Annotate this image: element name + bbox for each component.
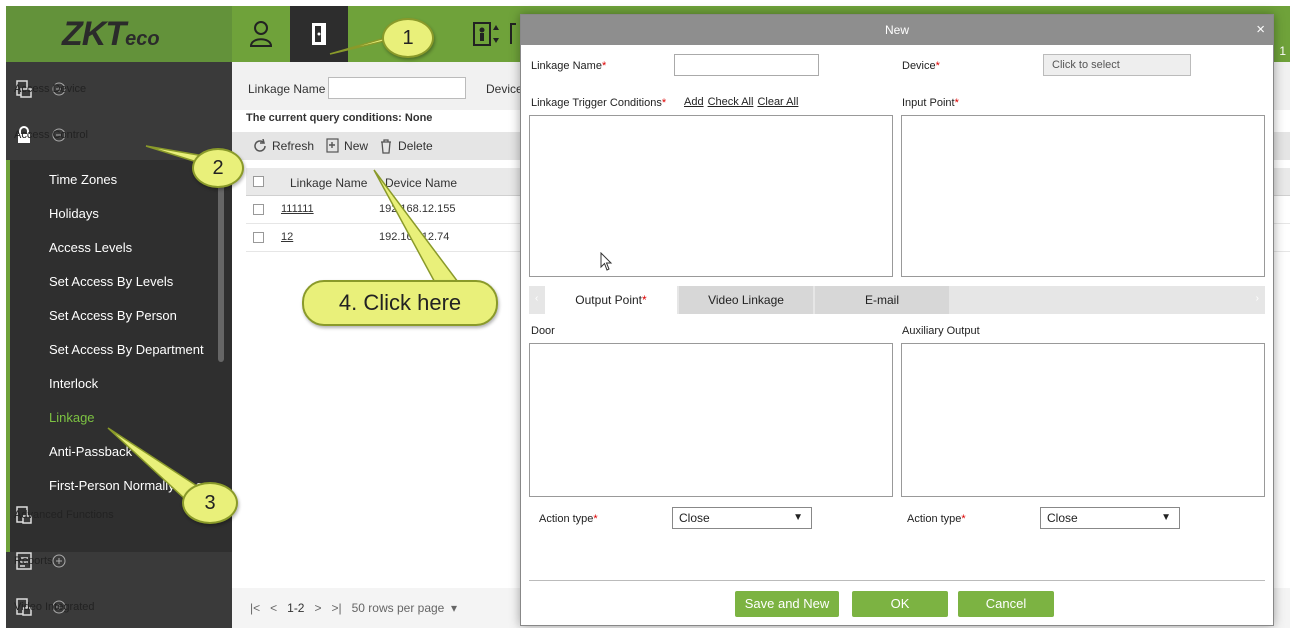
rows-per-page-select[interactable]: 50 rows per page ▾ [352, 601, 457, 615]
linkage-name-link[interactable]: 12 [281, 231, 293, 243]
delete-button[interactable]: Delete [378, 138, 433, 154]
refresh-button[interactable]: Refresh [252, 139, 314, 153]
dropdown-arrow-icon: ▼ [1161, 512, 1171, 523]
linkage-name-link[interactable]: 111111 [281, 203, 314, 215]
sidebar-item-set-access-by-department[interactable]: Set Access By Department [49, 342, 204, 357]
clear-all-link[interactable]: Clear All [757, 96, 798, 108]
mouse-cursor-icon [600, 252, 613, 271]
callout-step-4: 4. Click here [302, 280, 498, 326]
sidebar-item-anti-passback[interactable]: Anti-Passback [49, 444, 132, 459]
action-type-label-right: Action type* [907, 513, 966, 525]
tabs-scroll-right-icon[interactable]: › [1256, 293, 1259, 304]
tab-email[interactable]: E-mail [815, 286, 949, 314]
callout-step-2: 2 [192, 148, 244, 188]
next-page-button[interactable]: > [314, 601, 321, 615]
column-linkage-name[interactable]: Linkage Name [290, 176, 367, 190]
trigger-conditions-label: Linkage Trigger Conditions* [531, 97, 667, 109]
add-link[interactable]: Add [684, 96, 704, 108]
device-select-field[interactable]: Click to select [1043, 54, 1191, 76]
dialog-divider [529, 580, 1265, 581]
column-device-name[interactable]: Device Name [385, 176, 457, 190]
sidebar-section-video-integrated[interactable]: Video Integrated [6, 584, 232, 628]
tabs-scroll-left-icon[interactable]: ‹ [535, 293, 538, 304]
page-range: 1-2 [287, 601, 305, 615]
filter-label: Linkage Name [248, 82, 326, 96]
logo-area: ZKTeco [6, 6, 232, 62]
sidebar-item-time-zones[interactable]: Time Zones [49, 172, 117, 187]
refresh-icon [254, 139, 266, 152]
sidebar-section-access-control[interactable]: Access Control [6, 112, 232, 158]
device-label: Device* [902, 60, 940, 72]
ok-button[interactable]: OK [852, 591, 948, 617]
query-conditions: The current query conditions: None [246, 112, 433, 124]
tab-output-point[interactable]: Output Point* [545, 286, 677, 314]
save-and-new-button[interactable]: Save and New [735, 591, 839, 617]
access-module-icon[interactable] [290, 6, 348, 62]
next-module-icon[interactable] [506, 6, 520, 62]
callout-step-1: 1 [382, 18, 434, 58]
first-page-button[interactable]: |< [250, 601, 260, 615]
output-tabs: ‹ Output Point* Video Linkage E-mail › [529, 286, 1265, 314]
tab-video-linkage[interactable]: Video Linkage [679, 286, 813, 314]
sidebar-item-access-levels[interactable]: Access Levels [49, 240, 132, 255]
callout-step-3: 3 [182, 482, 238, 524]
action-type-select-left[interactable]: Close ▼ [672, 507, 812, 529]
brand-logo: ZKTeco [62, 15, 160, 53]
delete-icon [381, 139, 392, 154]
dialog-title: New [884, 23, 909, 37]
dialog-title-bar: New [521, 15, 1273, 45]
sidebar-item-set-access-by-levels[interactable]: Set Access By Levels [49, 274, 173, 289]
close-icon[interactable]: × [1256, 15, 1265, 45]
filter-label-device: Device [486, 82, 523, 96]
row-checkbox[interactable] [253, 232, 264, 243]
sidebar-section-access-device[interactable]: Access Device [6, 66, 232, 112]
trigger-conditions-list[interactable] [529, 115, 893, 277]
input-point-label: Input Point* [902, 97, 959, 109]
prev-page-button[interactable]: < [270, 601, 277, 615]
input-point-list[interactable] [901, 115, 1265, 277]
sidebar-scrollbar[interactable] [218, 162, 224, 362]
door-list[interactable] [529, 343, 893, 497]
sidebar-item-interlock[interactable]: Interlock [49, 376, 98, 391]
select-all-checkbox[interactable] [253, 176, 264, 187]
device-name-cell: 192.168.12.74 [379, 231, 450, 243]
action-type-select-right[interactable]: Close ▼ [1040, 507, 1180, 529]
door-label: Door [531, 325, 555, 337]
check-all-link[interactable]: Check All [708, 96, 754, 108]
auxiliary-output-label: Auxiliary Output [902, 325, 980, 337]
sidebar-section-reports[interactable]: Reports [6, 538, 232, 584]
linkage-name-filter-input[interactable] [328, 77, 466, 99]
linkage-name-label: Linkage Name* [531, 60, 607, 72]
cancel-button[interactable]: Cancel [958, 591, 1054, 617]
trigger-links: Add Check All Clear All [684, 96, 802, 108]
action-type-label-left: Action type* [539, 513, 598, 525]
personnel-module-icon[interactable] [232, 6, 290, 62]
auxiliary-output-list[interactable] [901, 343, 1265, 497]
last-page-button[interactable]: >| [332, 601, 342, 615]
dropdown-arrow-icon: ▼ [793, 512, 803, 523]
device-name-cell: 192.168.12.155 [379, 203, 456, 215]
row-checkbox[interactable] [253, 204, 264, 215]
sidebar-item-set-access-by-person[interactable]: Set Access By Person [49, 308, 177, 323]
sidebar-item-linkage[interactable]: Linkage [49, 410, 95, 425]
new-linkage-dialog: New × Linkage Name* Device* Click to sel… [520, 14, 1274, 626]
new-icon [326, 138, 339, 153]
sidebar: Access Device Access Control Time Zones … [6, 62, 232, 628]
sidebar-item-holidays[interactable]: Holidays [49, 206, 99, 221]
new-button[interactable]: New [324, 138, 368, 154]
linkage-name-input[interactable] [674, 54, 819, 76]
